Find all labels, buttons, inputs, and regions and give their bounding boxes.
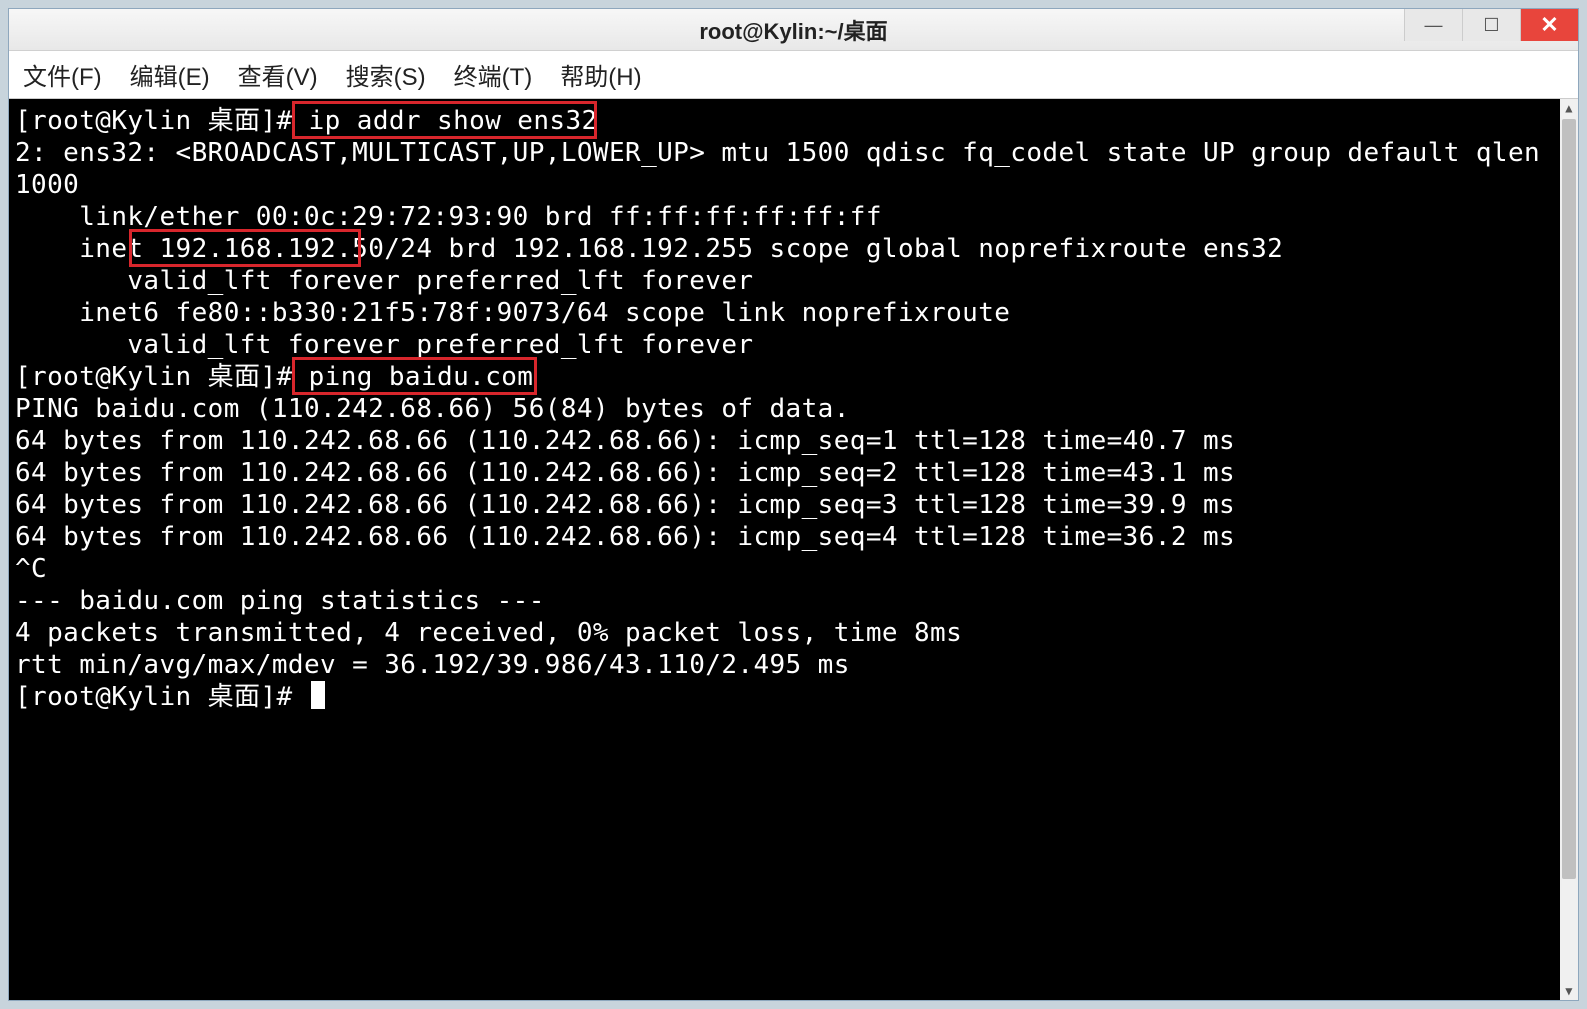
titlebar[interactable]: root@Kylin:~/桌面 — ☐ ✕ — [9, 9, 1578, 51]
terminal-line: 4 packets transmitted, 4 received, 0% pa… — [15, 617, 1572, 649]
terminal-line: rtt min/avg/max/mdev = 36.192/39.986/43.… — [15, 649, 1572, 681]
terminal-line: ^C — [15, 553, 1572, 585]
terminal-viewport[interactable]: [root@Kylin 桌面]# ip addr show ens32 2: e… — [9, 99, 1578, 1000]
terminal-scrollbar[interactable]: ▲ ▼ — [1560, 99, 1578, 1000]
terminal-line: 2: ens32: <BROADCAST,MULTICAST,UP,LOWER_… — [15, 137, 1572, 201]
menu-help[interactable]: 帮助(H) — [560, 57, 641, 92]
terminal-line: valid_lft forever preferred_lft forever — [15, 265, 1572, 297]
menubar: 文件(F) 编辑(E) 查看(V) 搜索(S) 终端(T) 帮助(H) — [9, 51, 1578, 99]
maximize-button[interactable]: ☐ — [1462, 9, 1520, 41]
terminal-line: link/ether 00:0c:29:72:93:90 brd ff:ff:f… — [15, 201, 1572, 233]
shell-prompt: [root@Kylin 桌面]# — [15, 362, 309, 392]
shell-prompt: [root@Kylin 桌面]# — [15, 682, 309, 712]
scrollbar-thumb[interactable] — [1562, 119, 1576, 879]
terminal-line: 64 bytes from 110.242.68.66 (110.242.68.… — [15, 457, 1572, 489]
terminal-line: PING baidu.com (110.242.68.66) 56(84) by… — [15, 393, 1572, 425]
window-title: root@Kylin:~/桌面 — [9, 14, 1578, 46]
terminal-line: 64 bytes from 110.242.68.66 (110.242.68.… — [15, 521, 1572, 553]
window-controls: — ☐ ✕ — [1404, 9, 1578, 41]
minimize-button[interactable]: — — [1404, 9, 1462, 41]
scroll-down-icon[interactable]: ▼ — [1560, 982, 1578, 1000]
menu-view[interactable]: 查看(V) — [238, 57, 318, 92]
shell-prompt: [root@Kylin 桌面]# — [15, 106, 309, 136]
menu-search[interactable]: 搜索(S) — [346, 57, 426, 92]
menu-edit[interactable]: 编辑(E) — [130, 57, 210, 92]
command-ip-addr: ip addr show ens32 — [309, 106, 598, 136]
menu-terminal[interactable]: 终端(T) — [454, 57, 533, 92]
terminal-window: root@Kylin:~/桌面 — ☐ ✕ 文件(F) 编辑(E) 查看(V) … — [8, 8, 1579, 1001]
command-ping: ping baidu.com — [309, 362, 534, 392]
cursor-icon — [311, 681, 325, 709]
terminal-line: inet6 fe80::b330:21f5:78f:9073/64 scope … — [15, 297, 1572, 329]
terminal-line: [root@Kylin 桌面]# ping baidu.com — [15, 361, 1572, 393]
terminal-line: [root@Kylin 桌面]# ip addr show ens32 — [15, 105, 1572, 137]
terminal-line: [root@Kylin 桌面]# — [15, 681, 1572, 713]
terminal-line: 64 bytes from 110.242.68.66 (110.242.68.… — [15, 425, 1572, 457]
ip-address-value: 192.168.192.50 — [160, 234, 385, 264]
terminal-line: 64 bytes from 110.242.68.66 (110.242.68.… — [15, 489, 1572, 521]
menu-file[interactable]: 文件(F) — [23, 57, 102, 92]
scroll-up-icon[interactable]: ▲ — [1560, 99, 1578, 117]
terminal-line: --- baidu.com ping statistics --- — [15, 585, 1572, 617]
terminal-line: valid_lft forever preferred_lft forever — [15, 329, 1572, 361]
inet-suffix: /24 brd 192.168.192.255 scope global nop… — [384, 234, 1283, 264]
inet-prefix: inet — [15, 234, 160, 264]
close-button[interactable]: ✕ — [1520, 9, 1578, 41]
terminal-line: inet 192.168.192.50/24 brd 192.168.192.2… — [15, 233, 1572, 265]
